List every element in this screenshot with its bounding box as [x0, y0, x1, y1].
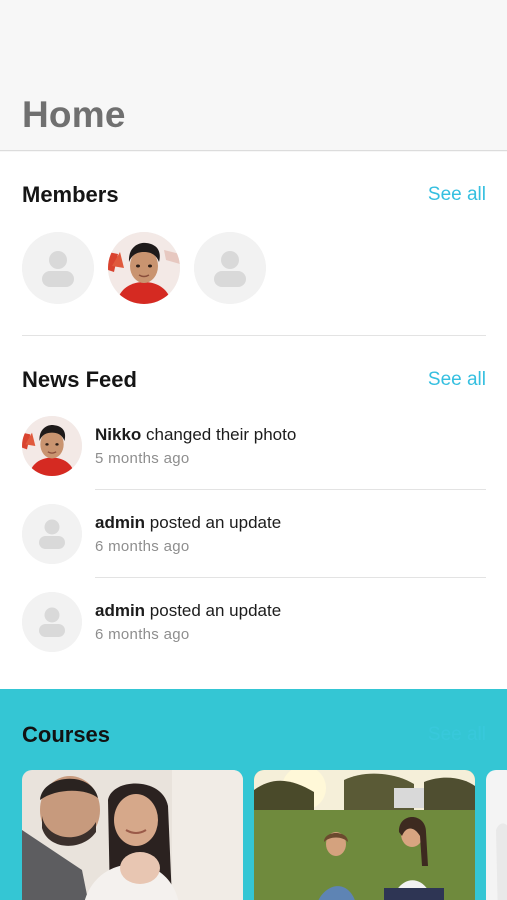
course-card[interactable] [254, 770, 475, 900]
feed-timestamp: 5 months ago [95, 450, 190, 467]
member-avatar-placeholder[interactable] [194, 232, 266, 304]
user-placeholder-icon [22, 232, 94, 304]
news-feed-header: News Feed See all [22, 367, 486, 397]
feed-divider [95, 577, 486, 578]
courses-see-all-link[interactable]: See all [428, 724, 486, 746]
main-content: Members See all News Feed See all Nikko … [0, 152, 507, 689]
course-image-partial [486, 770, 507, 900]
feed-item[interactable]: Nikko changed their photo 5 months ago [22, 416, 486, 482]
member-avatar-placeholder[interactable] [22, 232, 94, 304]
courses-header: Courses See all [22, 722, 486, 752]
feed-avatar-photo [22, 416, 82, 476]
feed-item[interactable]: admin posted an update 6 months ago [22, 592, 486, 658]
feed-actor[interactable]: admin [95, 601, 145, 620]
user-placeholder-icon [22, 592, 82, 652]
members-see-all-link[interactable]: See all [428, 184, 486, 206]
member-avatar-photo[interactable] [108, 232, 180, 304]
feed-timestamp: 6 months ago [95, 626, 190, 643]
header: Home [0, 0, 507, 151]
feed-actor[interactable]: admin [95, 513, 145, 532]
member-photo [108, 232, 180, 304]
user-placeholder-icon [194, 232, 266, 304]
feed-timestamp: 6 months ago [95, 538, 190, 555]
feed-avatar-placeholder [22, 592, 82, 652]
news-feed-see-all-link[interactable]: See all [428, 369, 486, 391]
feed-action: changed their photo [141, 425, 297, 444]
feed-actor[interactable]: Nikko [95, 425, 141, 444]
news-feed-title: News Feed [22, 367, 137, 392]
course-card[interactable] [486, 770, 507, 900]
course-card[interactable] [22, 770, 243, 900]
feed-avatar-placeholder [22, 504, 82, 564]
courses-section: Courses See all [0, 689, 507, 900]
section-divider [22, 335, 486, 336]
feed-text: Nikko changed their photo [95, 425, 296, 445]
members-title: Members [22, 182, 119, 207]
course-image-family [22, 770, 243, 900]
course-image-outdoor [254, 770, 475, 900]
feed-divider [95, 489, 486, 490]
feed-action: posted an update [145, 513, 282, 532]
page-title: Home [22, 94, 126, 135]
courses-title: Courses [22, 722, 111, 747]
feed-text: admin posted an update [95, 601, 281, 621]
members-header: Members See all [22, 182, 486, 212]
member-photo [22, 416, 82, 476]
feed-text: admin posted an update [95, 513, 281, 533]
user-placeholder-icon [22, 504, 82, 564]
feed-action: posted an update [145, 601, 282, 620]
feed-item[interactable]: admin posted an update 6 months ago [22, 504, 486, 570]
